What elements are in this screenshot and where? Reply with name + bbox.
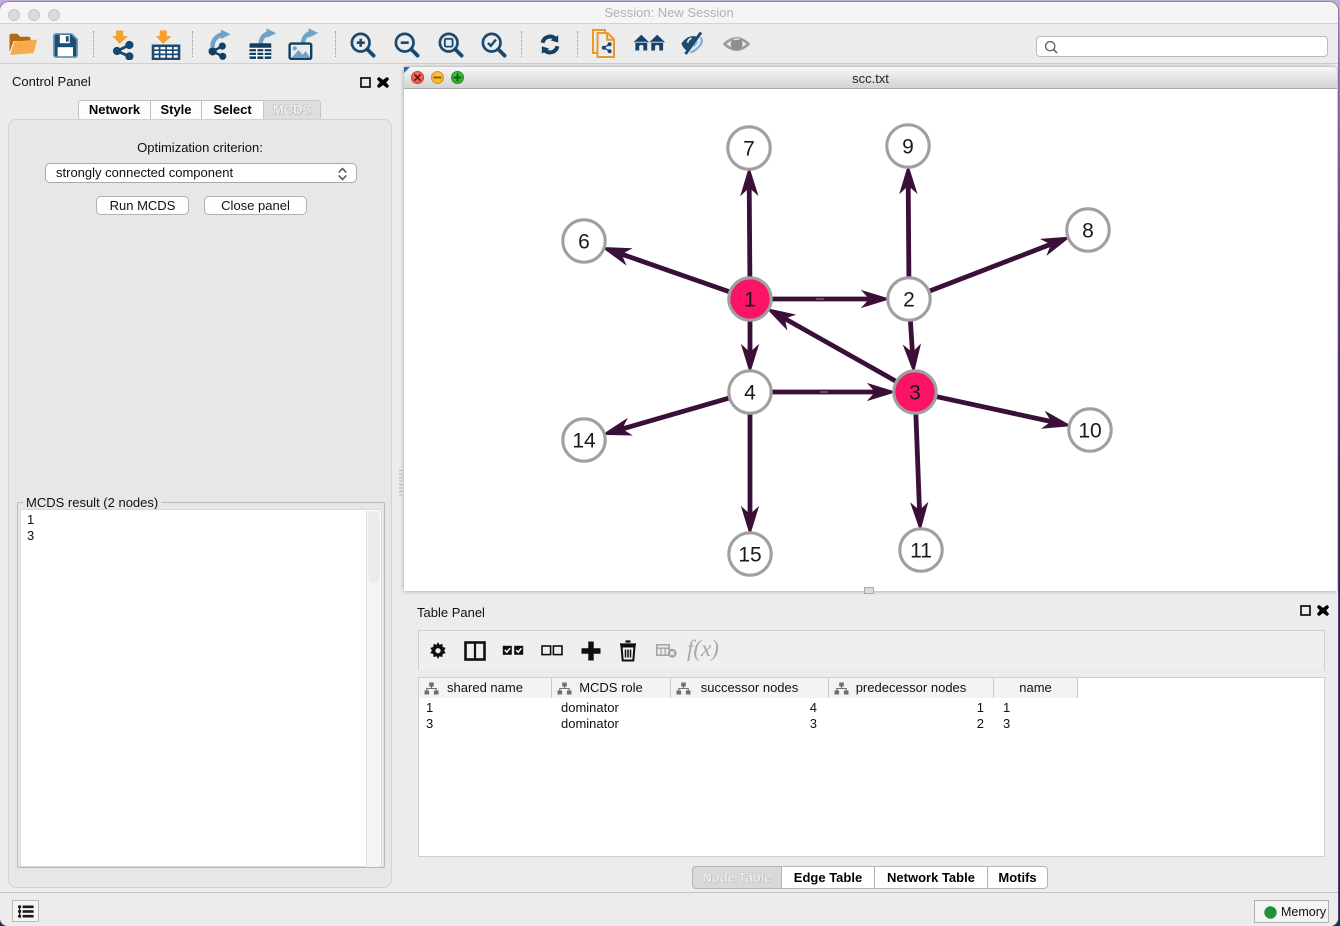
svg-text:4: 4 (744, 382, 756, 405)
svg-text:6: 6 (578, 231, 590, 254)
svg-text:9: 9 (902, 136, 914, 159)
svg-text:14: 14 (572, 430, 596, 453)
svg-text:3: 3 (909, 382, 921, 405)
svg-text:10: 10 (1078, 420, 1101, 443)
svg-text:8: 8 (1082, 220, 1094, 243)
svg-text:11: 11 (910, 540, 932, 563)
svg-text:15: 15 (738, 544, 761, 567)
svg-text:7: 7 (743, 138, 755, 161)
svg-text:2: 2 (903, 289, 915, 312)
svg-text:1: 1 (744, 289, 756, 312)
